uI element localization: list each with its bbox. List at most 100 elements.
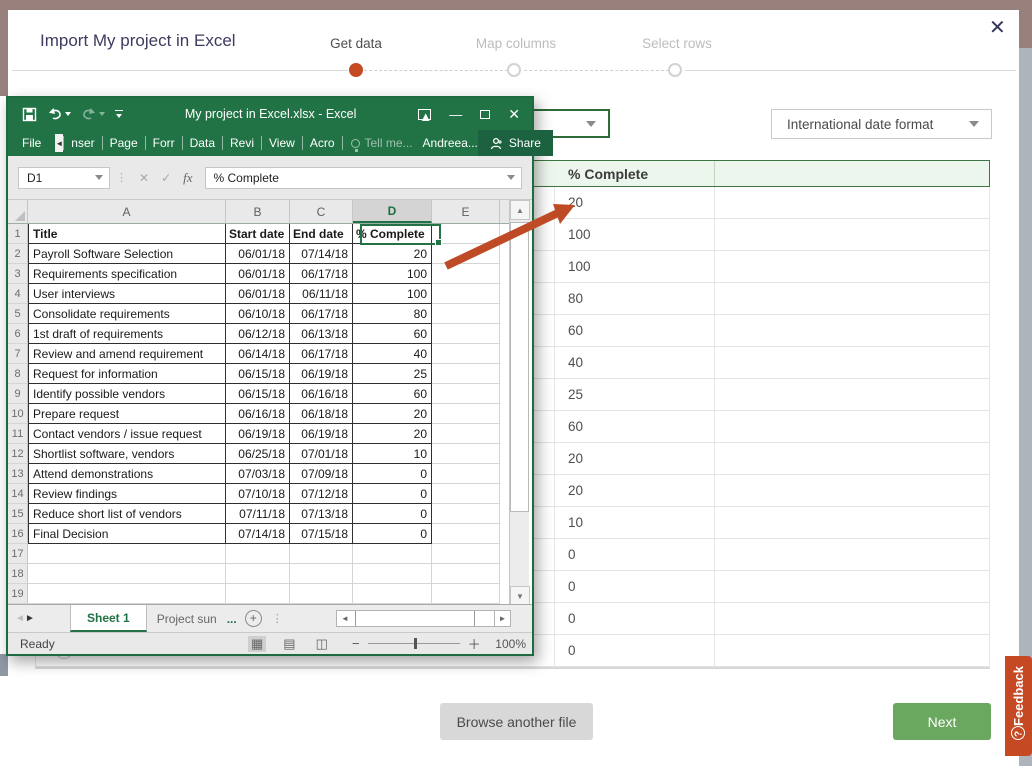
row-number[interactable]: 19 [8, 584, 28, 604]
row-number[interactable]: 5 [8, 304, 28, 324]
cell-percent[interactable]: 20 [353, 424, 432, 444]
zoom-out-icon[interactable]: − [352, 636, 360, 651]
row-number[interactable]: 16 [8, 524, 28, 544]
sheet-empty-row[interactable]: 17 [8, 544, 532, 564]
next-button[interactable]: Next [893, 703, 991, 740]
cell-start-date[interactable]: 06/10/18 [226, 304, 290, 324]
horizontal-scroll-thumb[interactable] [355, 611, 475, 626]
tell-me-box[interactable]: Tell me... [351, 136, 413, 150]
scroll-right-icon[interactable]: ► [494, 611, 510, 626]
share-button[interactable]: Share [478, 130, 553, 156]
ribbon-tab[interactable]: nser [63, 136, 101, 150]
redo-button[interactable] [81, 107, 105, 121]
column-header-a[interactable]: A [28, 200, 226, 223]
zoom-slider-thumb[interactable] [414, 638, 417, 649]
zoom-slider[interactable] [368, 643, 460, 644]
cell-d1-selected[interactable]: % Complete [353, 224, 432, 244]
sheet-data-row[interactable]: 15 Reduce short list of vendors 07/11/18… [8, 504, 532, 524]
cell-end-date[interactable]: 06/11/18 [290, 284, 353, 304]
cell-start-date[interactable]: 06/14/18 [226, 344, 290, 364]
cell-title[interactable]: User interviews [28, 284, 226, 304]
horizontal-scrollbar[interactable]: ◄ ► [336, 610, 511, 627]
window-close-icon[interactable]: ✕ [508, 107, 520, 121]
row-number[interactable]: 8 [8, 364, 28, 384]
row-number[interactable]: 4 [8, 284, 28, 304]
cell-end-date[interactable]: 06/13/18 [290, 324, 353, 344]
sheet-empty-row[interactable]: 18 [8, 564, 532, 584]
cell-end-date[interactable]: 06/19/18 [290, 424, 353, 444]
cell-start-date[interactable]: 07/11/18 [226, 504, 290, 524]
minimize-icon[interactable]: — [449, 108, 462, 121]
cell-title[interactable]: Reduce short list of vendors [28, 504, 226, 524]
ribbon-tab[interactable]: View [261, 136, 302, 150]
row-number[interactable]: 12 [8, 444, 28, 464]
row-number[interactable]: 7 [8, 344, 28, 364]
cell-title[interactable]: Final Decision [28, 524, 226, 544]
insert-function-icon[interactable]: fx [183, 170, 192, 186]
cell-percent[interactable]: 25 [353, 364, 432, 384]
cell-percent[interactable]: 0 [353, 484, 432, 504]
cell-title[interactable]: Identify possible vendors [28, 384, 226, 404]
cell-start-date[interactable]: 06/01/18 [226, 244, 290, 264]
cell-percent[interactable]: 100 [353, 264, 432, 284]
cell-end-date[interactable]: 06/17/18 [290, 264, 353, 284]
column-header-d-selected[interactable]: D [353, 200, 432, 223]
zoom-in-icon[interactable]: ＋ [468, 634, 481, 653]
step-dot-active[interactable] [349, 63, 363, 77]
cell-a1[interactable]: Title [28, 224, 226, 244]
cell-b1[interactable]: Start date [226, 224, 290, 244]
page-break-view-icon[interactable]: ◫ [313, 636, 331, 652]
cell-end-date[interactable]: 07/13/18 [290, 504, 353, 524]
customize-qat-icon[interactable] [115, 110, 123, 118]
sheet-empty-row[interactable]: 19 [8, 584, 532, 604]
cell-end-date[interactable]: 07/01/18 [290, 444, 353, 464]
cell-end-date[interactable]: 07/09/18 [290, 464, 353, 484]
cell-percent[interactable]: 20 [353, 244, 432, 264]
cell-percent[interactable]: 0 [353, 524, 432, 544]
cell-start-date[interactable]: 06/16/18 [226, 404, 290, 424]
sheet-data-row[interactable]: 3 Requirements specification 06/01/18 06… [8, 264, 532, 284]
scroll-left-icon[interactable]: ◄ [337, 611, 353, 626]
cell-title[interactable]: Shortlist software, vendors [28, 444, 226, 464]
scroll-down-icon[interactable]: ▼ [510, 586, 530, 606]
cell-start-date[interactable]: 06/01/18 [226, 264, 290, 284]
cell-end-date[interactable]: 07/15/18 [290, 524, 353, 544]
row-number[interactable]: 18 [8, 564, 28, 584]
cell-percent[interactable]: 10 [353, 444, 432, 464]
cancel-entry-icon[interactable]: ✕ [139, 171, 149, 185]
cell-percent[interactable]: 60 [353, 384, 432, 404]
column-header-e[interactable]: E [432, 200, 500, 223]
cell-end-date[interactable]: 06/18/18 [290, 404, 353, 424]
cell-end-date[interactable]: 06/16/18 [290, 384, 353, 404]
cell-start-date[interactable]: 07/10/18 [226, 484, 290, 504]
sheet-tab-project-summary[interactable]: Project sun [147, 612, 227, 626]
sheet-header-row[interactable]: 1 Title Start date End date % Complete [8, 224, 532, 244]
cell-title[interactable]: Attend demonstrations [28, 464, 226, 484]
close-icon[interactable]: ✕ [989, 18, 1006, 38]
zoom-level[interactable]: 100% [495, 637, 526, 651]
cell-end-date[interactable]: 07/14/18 [290, 244, 353, 264]
row-number[interactable]: 9 [8, 384, 28, 404]
sheet-data-row[interactable]: 5 Consolidate requirements 06/10/18 06/1… [8, 304, 532, 324]
cell-end-date[interactable]: 07/12/18 [290, 484, 353, 504]
chevron-down-icon[interactable] [95, 175, 103, 180]
step-circle-map-columns[interactable] [507, 63, 521, 77]
row-number[interactable]: 14 [8, 484, 28, 504]
tab-scroll-left-icon[interactable]: ◄ [55, 134, 63, 152]
cell-start-date[interactable]: 06/25/18 [226, 444, 290, 464]
sheet-data-row[interactable]: 2 Payroll Software Selection 06/01/18 07… [8, 244, 532, 264]
cell-title[interactable]: Request for information [28, 364, 226, 384]
cell-percent[interactable]: 20 [353, 404, 432, 424]
column-header-b[interactable]: B [226, 200, 290, 223]
browse-another-file-button[interactable]: Browse another file [440, 703, 593, 740]
row-number[interactable]: 17 [8, 544, 28, 564]
cell-percent[interactable]: 80 [353, 304, 432, 324]
cell-title[interactable]: Consolidate requirements [28, 304, 226, 324]
cell-end-date[interactable]: 06/17/18 [290, 344, 353, 364]
undo-dropdown-icon[interactable] [65, 112, 71, 116]
cell-title[interactable]: Contact vendors / issue request [28, 424, 226, 444]
feedback-tab[interactable]: ? Feedback [1005, 656, 1032, 756]
sheet-data-row[interactable]: 4 User interviews 06/01/18 06/11/18 100 [8, 284, 532, 304]
cell-start-date[interactable]: 06/01/18 [226, 284, 290, 304]
row-number[interactable]: 15 [8, 504, 28, 524]
